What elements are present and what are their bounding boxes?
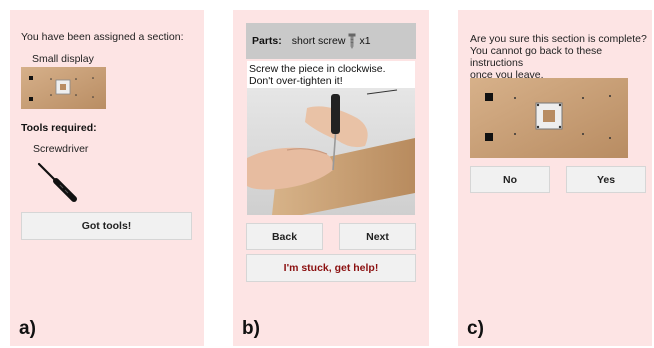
parts-label: Parts: [252,35,282,47]
got-tools-button[interactable]: Got tools! [21,212,192,240]
confirm-line-1: Are you sure this section is complete? [470,33,647,45]
get-help-button[interactable]: I'm stuck, get help! [246,254,416,282]
tools-required-heading: Tools required: [21,122,97,134]
instruction-line-1: Screw the piece in clockwise. [249,63,386,75]
instruction-text: Screw the piece in clockwise. Don't over… [247,61,415,88]
tool-name: Screwdriver [33,143,89,155]
section-name: Small display [32,53,94,65]
panel-section-assignment: You have been assigned a section: Small … [10,10,204,346]
panel-instruction-step: Parts: short screw x1 Screw the piece in… [233,10,429,346]
section-photo [21,67,106,109]
panel-letter-c: c) [467,318,484,339]
parts-bar: Parts: short screw x1 [246,23,416,59]
instruction-photo [247,88,415,215]
confirm-question: Are you sure this section is complete? Y… [470,33,648,81]
screwdriver-icon [37,162,77,202]
yes-button[interactable]: Yes [566,166,646,193]
back-button[interactable]: Back [246,223,323,250]
no-button[interactable]: No [470,166,550,193]
panel-letter-a: a) [19,318,36,339]
part-name: short screw [291,35,346,47]
assignment-heading: You have been assigned a section: [21,31,184,43]
instruction-line-2: Don't over-tighten it! [249,75,343,87]
panel-letter-b: b) [242,318,260,339]
screw-icon [348,33,356,49]
study-figure: You have been assigned a section: Small … [0,0,654,348]
next-button[interactable]: Next [339,223,416,250]
confirm-line-2: You cannot go back to these instructions [470,45,603,69]
panel-confirm-complete: Are you sure this section is complete? Y… [458,10,652,346]
part-quantity: x1 [359,35,371,47]
completed-section-photo [470,78,628,158]
